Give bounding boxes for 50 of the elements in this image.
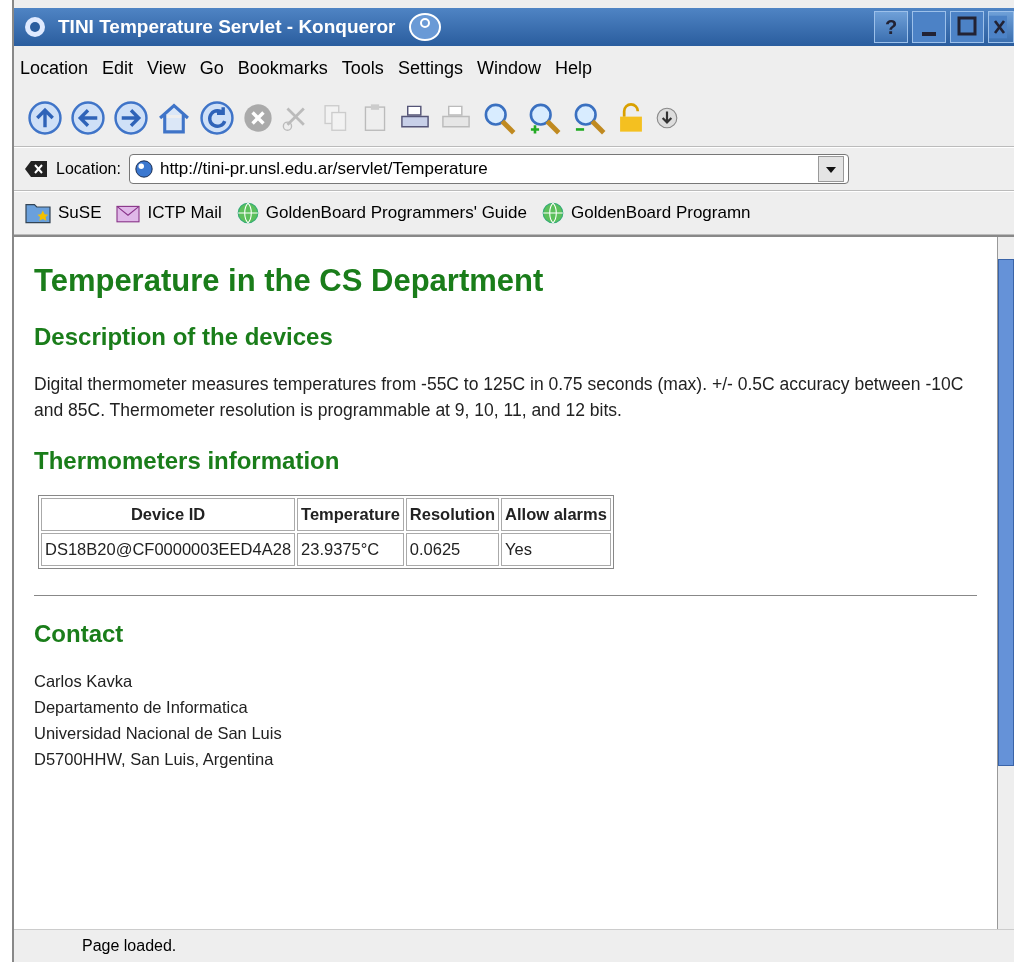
location-field[interactable]: http://tini-pr.unsl.edu.ar/servlet/Temperature [128,154,849,184]
scrollbar-thumb[interactable] [998,259,1014,766]
globe-icon [235,201,260,225]
table-cell: 23.9375°C [297,533,404,566]
column-header: Temperature [297,498,404,531]
reload-icon[interactable] [200,101,234,135]
column-header: Device ID [41,498,296,531]
app-icon [24,16,46,38]
bookmark-item[interactable]: GoldenBoard Programmers' Guide [235,201,527,225]
column-header: Allow alarms [501,498,611,531]
table-cell: Yes [501,533,611,566]
menu-item[interactable]: View [147,57,186,79]
bookmark-item[interactable]: SuSE [24,201,102,225]
bookmark-item[interactable]: ICTP Mail [115,202,222,224]
maximize-button[interactable] [950,11,984,43]
bookmark-item[interactable]: GoldenBoard Programn [541,201,751,225]
contact-line: Departamento de Informatica [34,697,249,718]
help-button[interactable]: ? [874,11,908,43]
menu-item[interactable]: Bookmarks [237,57,328,79]
url-input[interactable]: http://tini-pr.unsl.edu.ar/servlet/Temperature [159,159,812,179]
clear-location-icon[interactable] [24,159,48,179]
contact-line: Universidad Nacional de San Luis [34,723,283,744]
section-heading: Contact [34,620,125,648]
location-label: Location: [56,160,121,178]
menu-item[interactable]: Window [476,57,541,79]
section-heading: Description of the devices [34,323,334,351]
contact-line: D5700HHW, San Luis, Argentina [34,749,275,770]
menu-item[interactable]: Settings [397,57,463,79]
close-button[interactable] [988,11,1014,43]
column-header: Resolution [405,498,500,531]
menu-item[interactable]: Go [199,57,224,79]
folder-star-icon [24,201,52,225]
globe-icon [133,159,154,179]
window-title: TINI Temperature Servlet - Konqueror [58,16,396,38]
home-icon[interactable] [157,101,191,135]
menu-item[interactable]: Edit [102,57,134,79]
section-heading: Thermometers information [34,447,341,475]
description-paragraph: Digital thermometer measures temperatures from -55C to 125C in 0.75 seconds (max). +/- 0.5C accuracy between -10C and 85C. Thermometer resolution is programmable at 9, 10, 11, and 12 bits. [34,373,965,422]
history-dropdown-button[interactable] [817,156,844,182]
menu-item[interactable]: Location [20,57,89,79]
table-cell: 0.0625 [405,533,500,566]
contact-line: Carlos Kavka [34,671,134,692]
vertical-scrollbar[interactable] [997,237,1014,929]
menu-item[interactable]: Tools [341,57,384,79]
minimize-button[interactable] [912,11,946,43]
globe-icon [541,201,565,225]
table-cell: DS18B20@CF0000003EED4A28 [41,533,296,566]
menu-item[interactable]: Help [554,57,592,79]
download-icon[interactable] [655,106,679,130]
page-heading: Temperature in the CS Department [34,263,545,299]
